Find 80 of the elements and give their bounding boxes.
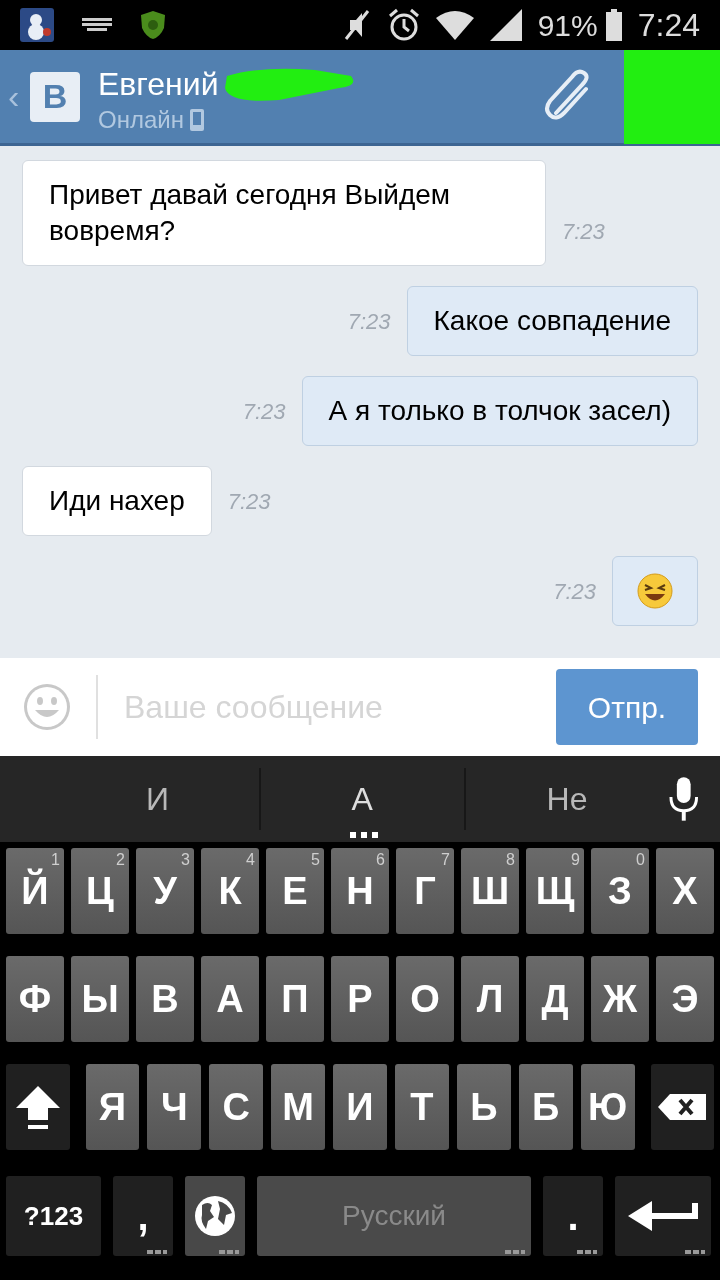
key-hint: 5 [311,850,320,870]
online-status: Онлайн [98,107,184,132]
keyboard-key[interactable]: К 4 [201,848,259,934]
key-hint: 1 [51,850,60,870]
message-time: 7:23 [562,218,605,246]
keyboard-key[interactable]: Я [85,1064,140,1150]
keyboard-key[interactable]: С [209,1064,264,1150]
message-bubble: Какое совпадение [406,286,698,356]
keyboard-key[interactable]: Д [526,956,584,1042]
keyboard-key[interactable]: Ю [580,1064,635,1150]
key-hint: 4 [246,850,255,870]
keyboard-icon [82,18,112,32]
suggestion[interactable]: А [260,756,464,842]
clock: 7:24 [637,6,700,45]
keyboard-key[interactable]: У 3 [136,848,194,934]
key-hint: 6 [376,850,385,870]
key-hint: 0 [636,850,645,870]
keyboard-key[interactable]: Л [461,956,519,1042]
snowman-app-icon [20,8,54,42]
keyboard-key[interactable]: О [396,956,454,1042]
keyboard-key[interactable]: Г 7 [396,848,454,934]
shift-key[interactable] [6,1064,70,1150]
keyboard-key[interactable]: Б [518,1064,573,1150]
enter-arrow-icon [628,1201,698,1231]
keyboard-key[interactable]: В [136,956,194,1042]
message-bubble: Привет давай сегодня Выйдем вовремя? [22,160,546,266]
send-button[interactable]: Отпр. [556,669,698,745]
laughing-emoji-icon [637,573,673,609]
keyboard-key[interactable]: Щ 9 [526,848,584,934]
backspace-key[interactable] [650,1064,715,1150]
wifi-icon [435,10,474,40]
alarm-icon [387,8,420,42]
keyboard-key[interactable]: Ф [6,956,64,1042]
keyboard-key[interactable]: Э [656,956,714,1042]
message-bubble: Иди нахер [22,466,212,536]
keyboard-key[interactable]: Т [394,1064,449,1150]
key-hint: 7 [441,850,450,870]
keyboard-key[interactable]: Ь [456,1064,511,1150]
message-time: 7:23 [553,578,596,606]
shift-arrow-icon [14,1084,61,1130]
key-hint: 9 [571,850,580,870]
keyboard-key[interactable]: Р [331,956,389,1042]
backspace-icon [658,1094,707,1120]
app-logo: B [30,71,80,122]
keyboard-key[interactable]: , [113,1176,173,1256]
message-time: 7:23 [347,308,391,336]
keyboard-key[interactable]: Н 6 [331,848,389,934]
battery-icon [605,9,622,41]
keyboard-key[interactable]: Ы [71,956,129,1042]
message-bubble: А я только в толчок засел) [301,376,698,446]
key-hint: 2 [116,850,125,870]
globe-icon [194,1195,236,1237]
keyboard-key[interactable]: Х [656,848,714,934]
shield-icon [140,10,166,40]
keyboard-key[interactable]: Ж [591,956,649,1042]
keyboard-key[interactable]: З 0 [591,848,649,934]
phone-icon [189,108,204,131]
keyboard-key[interactable]: М [271,1064,326,1150]
message-time: 7:23 [227,488,271,516]
contact-name: Евгений [98,67,219,100]
microphone-icon[interactable] [668,777,700,821]
keyboard-key[interactable]: И [333,1064,387,1150]
key-hint: 8 [506,850,515,870]
suggestion[interactable]: Не [465,756,669,842]
keyboard-key[interactable]: . [543,1176,603,1256]
battery-percentage: 91% [537,7,598,44]
enter-key[interactable] [615,1176,711,1256]
keyboard-key[interactable]: А [201,956,259,1042]
keyboard-key[interactable]: Й 1 [6,848,64,934]
suggestion[interactable]: И [56,756,259,842]
keyboard-key[interactable]: Ц 2 [71,848,129,934]
keyboard-key[interactable]: Е 5 [266,848,324,934]
message-time: 7:23 [242,398,286,426]
keyboard-key[interactable]: Ш 8 [461,848,519,934]
signal-icon [489,9,522,41]
keyboard-key[interactable]: Ч [147,1064,202,1150]
symbols-key[interactable]: ?123 [6,1176,101,1256]
language-key[interactable] [185,1176,245,1256]
keyboard-key[interactable]: П [266,956,324,1042]
key-hint: 3 [181,850,190,870]
